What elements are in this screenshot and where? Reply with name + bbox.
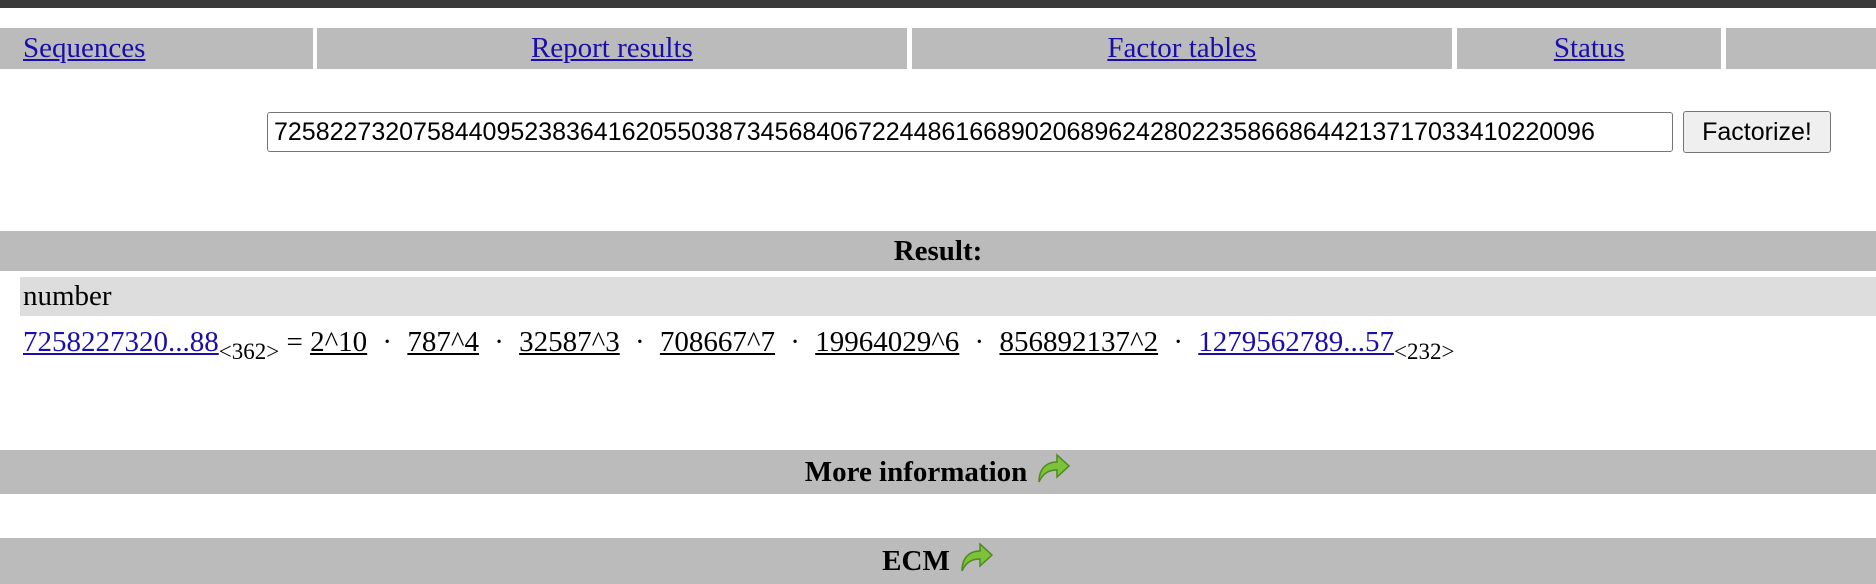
top-border: [0, 0, 1876, 8]
nav-cell-report-results: Report results: [317, 28, 907, 69]
more-info-bar: More information: [0, 450, 1876, 494]
nav-cell-empty: [1726, 28, 1876, 69]
multiply-dot: ·: [494, 326, 504, 358]
nav-cell-factor-tables: Factor tables: [911, 28, 1453, 69]
result-heading: Result:: [893, 234, 983, 267]
factor-link[interactable]: 708667^7: [660, 326, 775, 358]
factorize-button[interactable]: Factorize!: [1683, 111, 1831, 153]
factor-link[interactable]: 32587^3: [519, 326, 620, 358]
factor-form: Factorize!: [267, 111, 1831, 153]
factor-link[interactable]: 856892137^2: [999, 326, 1158, 358]
result-heading-bar: Result:: [0, 231, 1876, 271]
ecm-heading: ECM: [882, 544, 950, 577]
nav-link-status[interactable]: Status: [1554, 32, 1625, 65]
green-arrow-icon[interactable]: [958, 541, 994, 573]
nav-link-sequences[interactable]: Sequences: [23, 32, 145, 65]
number-link[interactable]: 7258227320...88: [23, 326, 219, 358]
column-header-number: number: [23, 280, 112, 312]
number-digit-count: <362>: [218, 339, 280, 364]
nav-link-factor-tables[interactable]: Factor tables: [1107, 32, 1256, 65]
number-input[interactable]: [267, 112, 1673, 152]
multiply-dot: ·: [1173, 326, 1183, 358]
factor-link[interactable]: 787^4: [407, 326, 479, 358]
factor-link[interactable]: 2^10: [310, 326, 367, 358]
equals-sign: =: [286, 326, 303, 358]
multiply-dot: ·: [974, 326, 985, 358]
multiply-dot: ·: [382, 326, 393, 358]
multiply-dot: ·: [790, 326, 800, 358]
more-info-heading: More information: [804, 455, 1028, 488]
nav-cell-status: Status: [1457, 28, 1722, 69]
green-arrow-icon[interactable]: [1035, 452, 1071, 484]
nav-link-report-results[interactable]: Report results: [531, 32, 693, 65]
nav-cell-sequences: Sequences: [0, 28, 314, 69]
composite-digit-count: <232>: [1394, 339, 1455, 364]
ecm-bar: ECM: [0, 538, 1876, 584]
factorization-result: 7258227320...88<362> = 2^10 · 787^4 · 32…: [23, 320, 1454, 366]
composite-factor-link[interactable]: 1279562789...57: [1198, 326, 1394, 358]
top-nav: Sequences Report results Factor tables S…: [0, 28, 1876, 69]
multiply-dot: ·: [634, 326, 645, 358]
factor-link[interactable]: 19964029^6: [815, 326, 959, 358]
result-column-header: number: [20, 277, 1876, 316]
